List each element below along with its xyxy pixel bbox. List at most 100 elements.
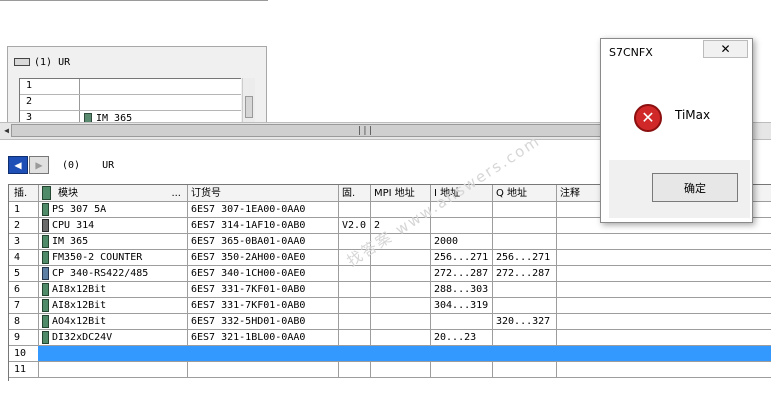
q-address-cell[interactable] <box>493 202 557 217</box>
order-number-cell[interactable]: 6ES7 365-0BA01-0AA0 <box>188 234 339 249</box>
i-address-cell[interactable]: 2000 <box>431 234 493 249</box>
q-address-cell[interactable] <box>493 330 557 345</box>
mpi-address-cell[interactable] <box>371 282 431 297</box>
comment-cell[interactable] <box>557 330 771 345</box>
slot-cell[interactable]: 9 <box>9 330 39 345</box>
module-cell[interactable]: CP 340-RS422/485 <box>39 266 188 281</box>
q-address-cell[interactable] <box>493 298 557 313</box>
slot-cell[interactable]: 2 <box>9 218 39 233</box>
back-button[interactable]: ◀ <box>8 156 28 174</box>
i-address-cell[interactable]: 304...319 <box>431 298 493 313</box>
q-address-cell[interactable]: 256...271 <box>493 250 557 265</box>
col-order-number[interactable]: 订货号 <box>188 185 339 201</box>
close-button[interactable]: ✕ <box>703 40 748 58</box>
module-cell[interactable]: AI8x12Bit <box>39 282 188 297</box>
firmware-cell[interactable] <box>339 202 371 217</box>
order-number-cell[interactable]: 6ES7 307-1EA00-0AA0 <box>188 202 339 217</box>
i-address-cell[interactable] <box>431 346 493 361</box>
comment-cell[interactable] <box>557 346 771 361</box>
col-module[interactable]: 模块 ... <box>39 185 188 201</box>
firmware-cell[interactable] <box>339 362 371 377</box>
q-address-cell[interactable] <box>493 282 557 297</box>
comment-cell[interactable] <box>557 282 771 297</box>
order-number-cell[interactable]: 6ES7 331-7KF01-0AB0 <box>188 298 339 313</box>
comment-cell[interactable] <box>557 234 771 249</box>
comment-cell[interactable] <box>557 362 771 377</box>
q-address-cell[interactable]: 320...327 <box>493 314 557 329</box>
order-number-cell[interactable]: 6ES7 350-2AH00-0AE0 <box>188 250 339 265</box>
firmware-cell[interactable] <box>339 330 371 345</box>
i-address-cell[interactable] <box>431 314 493 329</box>
ok-button[interactable]: 确定 <box>652 173 738 202</box>
order-number-cell[interactable]: 6ES7 314-1AF10-0AB0 <box>188 218 339 233</box>
slot-cell[interactable]: 11 <box>9 362 39 377</box>
table-row[interactable]: 5 CP 340-RS422/485 6ES7 340-1CH00-0AE0 272.… <box>9 266 771 282</box>
slot-cell[interactable]: 10 <box>9 346 39 361</box>
slot-cell[interactable]: 8 <box>9 314 39 329</box>
col-slot[interactable]: 插. <box>9 185 39 201</box>
col-mpi-address[interactable]: MPI 地址 <box>371 185 431 201</box>
order-number-cell[interactable]: 6ES7 331-7KF01-0AB0 <box>188 282 339 297</box>
comment-cell[interactable] <box>557 266 771 281</box>
slot-cell[interactable]: 7 <box>9 298 39 313</box>
firmware-cell[interactable] <box>339 298 371 313</box>
upper-rack-window[interactable]: (1) UR 1 2 3 IM 365 <box>7 46 267 125</box>
comment-cell[interactable] <box>557 298 771 313</box>
col-firmware[interactable]: 固. <box>339 185 371 201</box>
mpi-address-cell[interactable] <box>371 330 431 345</box>
q-address-cell[interactable] <box>493 234 557 249</box>
slot-cell[interactable]: 1 <box>9 202 39 217</box>
module-cell[interactable]: FM350-2 COUNTER <box>39 250 188 265</box>
upper-rack-row[interactable]: 1 <box>20 79 241 95</box>
q-address-cell[interactable]: 272...287 <box>493 266 557 281</box>
order-number-cell[interactable]: 6ES7 340-1CH00-0AE0 <box>188 266 339 281</box>
table-row[interactable]: 11 <box>9 362 771 378</box>
col-q-address[interactable]: Q 地址 <box>493 185 557 201</box>
i-address-cell[interactable] <box>431 218 493 233</box>
mpi-address-cell[interactable] <box>371 266 431 281</box>
module-cell[interactable]: DI32xDC24V <box>39 330 188 345</box>
slot-cell[interactable]: 6 <box>9 282 39 297</box>
i-address-cell[interactable] <box>431 362 493 377</box>
slot-cell[interactable]: 4 <box>9 250 39 265</box>
mpi-address-cell[interactable] <box>371 362 431 377</box>
i-address-cell[interactable]: 256...271 <box>431 250 493 265</box>
firmware-cell[interactable]: V2.0 <box>339 218 371 233</box>
scrollbar-thumb[interactable] <box>245 96 253 118</box>
vertical-scrollbar[interactable] <box>242 78 255 122</box>
slot-cell[interactable]: 3 <box>9 234 39 249</box>
slot-cell[interactable]: 5 <box>9 266 39 281</box>
firmware-cell[interactable] <box>339 282 371 297</box>
mpi-address-cell[interactable] <box>371 346 431 361</box>
q-address-cell[interactable] <box>493 218 557 233</box>
order-number-cell[interactable] <box>188 346 339 361</box>
module-cell[interactable] <box>39 346 188 361</box>
order-number-cell[interactable]: 6ES7 321-1BL00-0AA0 <box>188 330 339 345</box>
module-cell[interactable]: PS 307 5A <box>39 202 188 217</box>
module-cell[interactable]: AO4x12Bit <box>39 314 188 329</box>
module-cell[interactable] <box>39 362 188 377</box>
module-cell[interactable]: AI8x12Bit <box>39 298 188 313</box>
forward-button[interactable]: ▶ <box>29 156 49 174</box>
table-row[interactable]: 10 <box>9 346 771 362</box>
table-row[interactable]: 7 AI8x12Bit 6ES7 331-7KF01-0AB0 304...319 <box>9 298 771 314</box>
upper-rack-row[interactable]: 2 <box>20 95 241 111</box>
mpi-address-cell[interactable] <box>371 314 431 329</box>
table-row[interactable]: 6 AI8x12Bit 6ES7 331-7KF01-0AB0 288...303 <box>9 282 771 298</box>
order-number-cell[interactable]: 6ES7 332-5HD01-0AB0 <box>188 314 339 329</box>
order-number-cell[interactable] <box>188 362 339 377</box>
q-address-cell[interactable] <box>493 346 557 361</box>
mpi-address-cell[interactable] <box>371 298 431 313</box>
comment-cell[interactable] <box>557 250 771 265</box>
module-cell[interactable]: IM 365 <box>39 234 188 249</box>
i-address-cell[interactable]: 272...287 <box>431 266 493 281</box>
i-address-cell[interactable]: 288...303 <box>431 282 493 297</box>
firmware-cell[interactable] <box>339 346 371 361</box>
i-address-cell[interactable]: 20...23 <box>431 330 493 345</box>
table-row[interactable]: 4 FM350-2 COUNTER 6ES7 350-2AH00-0AE0 256..… <box>9 250 771 266</box>
comment-cell[interactable] <box>557 314 771 329</box>
module-cell[interactable]: CPU 314 <box>39 218 188 233</box>
q-address-cell[interactable] <box>493 362 557 377</box>
table-row[interactable]: 8 AO4x12Bit 6ES7 332-5HD01-0AB0 320...327 <box>9 314 771 330</box>
firmware-cell[interactable] <box>339 314 371 329</box>
